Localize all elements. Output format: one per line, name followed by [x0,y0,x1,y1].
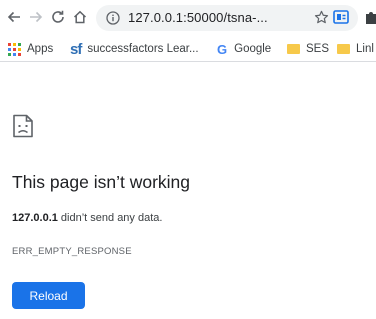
bookmark-label: Linl [356,43,374,55]
extension-icon[interactable] [333,9,349,25]
apps-grid-icon [8,42,21,56]
url-text[interactable]: 127.0.0.1:50000/tsna-... [128,10,268,25]
browser-toolbar: 127.0.0.1:50000/tsna-... [0,0,376,36]
page-title: This page isn’t working [12,172,190,192]
error-host: 127.0.0.1 [12,212,58,224]
google-icon: G [217,41,228,57]
bookmark-linl[interactable]: Linl [337,40,374,58]
back-arrow-icon [7,11,20,23]
puzzle-extension-icon[interactable] [364,9,376,25]
home-icon [73,10,87,24]
sad-page-icon [13,114,33,138]
back-button[interactable] [4,7,24,27]
bookmark-google[interactable]: G Google [217,40,271,58]
bookmark-label: SES [306,43,330,55]
bookmarks-bar: Apps sf successfactors Lear... G Google … [0,36,376,62]
bookmark-star-icon[interactable] [314,10,329,25]
reload-button[interactable]: Reload [12,282,85,309]
forward-arrow-icon [30,11,43,23]
forward-button[interactable] [26,7,46,27]
bookmark-label: successfactors Lear... [87,43,199,55]
error-code: ERR_EMPTY_RESPONSE [12,246,132,257]
folder-icon [337,44,350,54]
address-bar[interactable]: 127.0.0.1:50000/tsna-... [96,5,358,31]
home-button[interactable] [70,7,90,27]
bookmark-ses[interactable]: SES [287,40,329,58]
info-icon[interactable] [106,11,120,25]
bookmark-label: Google [234,43,272,55]
reload-icon [52,10,64,23]
error-summary: 127.0.0.1 didn’t send any data. [12,212,162,224]
folder-icon [287,44,300,54]
bookmark-apps[interactable]: Apps [8,40,53,58]
successfactors-icon: sf [70,40,82,58]
bookmark-label: Apps [27,43,54,55]
bookmark-successfactors[interactable]: sf successfactors Lear... [70,40,199,58]
reload-toolbar-button[interactable] [48,7,68,27]
error-summary-text: didn’t send any data. [57,212,163,224]
